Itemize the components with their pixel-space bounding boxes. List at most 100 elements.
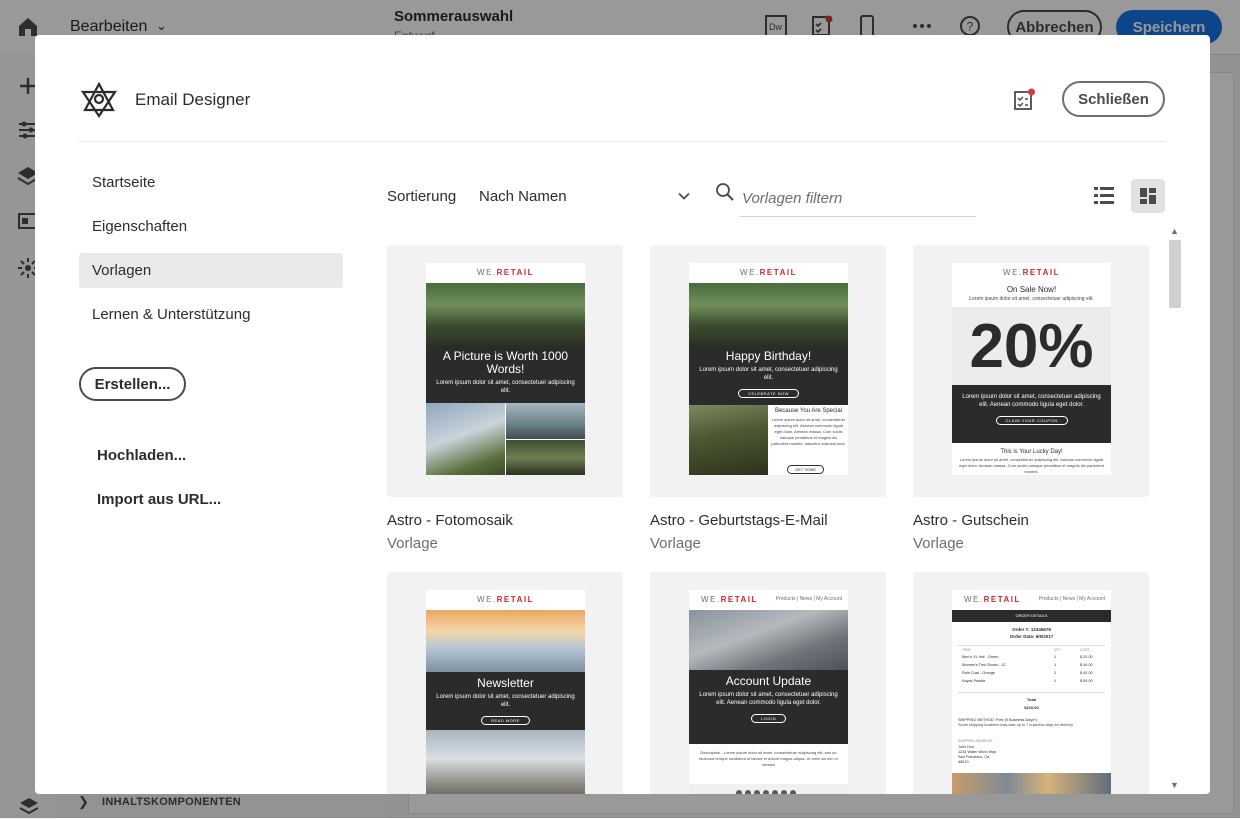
mosaic-photo-hiker: [506, 403, 585, 439]
email-preview: WE.RETAIL Happy Birthday! Lorem ipsum do…: [689, 263, 848, 475]
create-button[interactable]: Erstellen...: [79, 367, 186, 401]
preview-divider: [958, 645, 1105, 646]
preview-divider: [958, 692, 1105, 693]
preview-photo: [426, 730, 585, 794]
brand-logo: WE.RETAIL: [1003, 268, 1060, 277]
brand-logo: WE.RETAIL: [477, 595, 534, 604]
close-button[interactable]: Schließen: [1062, 81, 1165, 117]
preview-button: LOGIN: [751, 714, 786, 723]
preview-heading: Account Update: [725, 674, 812, 688]
template-thumbnail[interactable]: WE.RETAIL On Sale Now! Lorem ipsum dolor…: [913, 245, 1149, 497]
search-icon: [716, 183, 734, 201]
preview-button: CELEBRATE NOW: [738, 389, 799, 398]
hero-band: Newsletter Lorem ipsum dolor sit amet, c…: [426, 672, 585, 730]
chevron-down-icon[interactable]: [677, 189, 691, 203]
preview-body: Lorem ipsum dolor sit amet, consectetuer…: [962, 394, 1101, 408]
template-name[interactable]: Astro - Gutschein: [913, 512, 1029, 529]
email-preview: WE.RETAIL Newsletter Lorem ipsum dolor s…: [426, 590, 585, 794]
preview-footer-body: Lorem ipsum dolor sit amet, consectetuer…: [959, 457, 1104, 474]
hero-band: Lorem ipsum dolor sit amet, consectetuer…: [952, 385, 1111, 443]
brand-logo: WE.RETAIL: [740, 268, 797, 277]
scrollbar[interactable]: [1168, 225, 1182, 794]
hero-image: [689, 283, 848, 345]
nav-item-eigenschaften[interactable]: Eigenschaften: [79, 209, 343, 244]
email-designer-logo: [80, 81, 118, 118]
preview-heading: Newsletter: [477, 676, 534, 690]
import-url-link[interactable]: Import aus URL...: [97, 491, 221, 508]
template-type: Vorlage: [650, 535, 701, 552]
email-preview: WE.RETAIL Products | News | My Account A…: [689, 590, 848, 794]
preview-total: $210.00: [1024, 705, 1039, 710]
template-thumbnail[interactable]: WE.RETAIL Products | News | My Account A…: [650, 572, 886, 794]
sort-label: Sortierung: [387, 188, 457, 205]
template-name[interactable]: Astro - Fotomosaik: [387, 512, 513, 529]
preview-footer: [689, 784, 848, 794]
preview-button: READ MORE: [481, 716, 530, 725]
preview-order-no: Order #: 12345678: [1012, 627, 1051, 632]
nav-item-vorlagen[interactable]: Vorlagen: [79, 253, 343, 288]
nav-item-lernen[interactable]: Lernen & Unterstützung: [79, 297, 343, 332]
hero-image: [689, 610, 848, 670]
email-preview: WE.RETAIL Products | News | My Account O…: [952, 590, 1111, 794]
preview-body: Lorem ipsum dolor sit amet, consectetuer…: [699, 367, 838, 381]
grid-view-toggle[interactable]: [1131, 179, 1165, 213]
header-divider: [79, 141, 1165, 142]
brand-logo: WE.RETAIL: [477, 268, 534, 277]
preview-body: Lorem ipsum dolor sit amet, consectetuer…: [699, 692, 838, 706]
template-filter-input[interactable]: [740, 181, 976, 217]
template-thumbnail[interactable]: WE.RETAIL Happy Birthday! Lorem ipsum do…: [650, 245, 886, 497]
preview-table-row: Rain Coat - Orange 2 $ 40.00: [962, 671, 1093, 675]
hero-image: [426, 610, 585, 672]
scroll-down-arrow[interactable]: ▼: [1170, 780, 1179, 790]
hero-band: A Picture is Worth 1000 Words! Lorem ips…: [426, 345, 585, 403]
preview-top-body: Lorem ipsum dolor sit amet, consectetuer…: [969, 296, 1094, 302]
preview-subheading: Because You Are Special: [774, 408, 843, 414]
preview-address-line: 45670: [958, 760, 969, 764]
social-icons: [736, 790, 796, 794]
preview-description: Description - Lorem ipsum dolor sit amet…: [699, 750, 838, 767]
preview-shipping-note: Some shipping locations may take up to 7…: [958, 723, 1074, 727]
preview-body: Lorem ipsum dolor sit amet, consectetuer…: [436, 694, 575, 708]
hero-image: [426, 283, 585, 345]
email-preview: WE.RETAIL A Picture is Worth 1000 Words!…: [426, 263, 585, 475]
template-name[interactable]: Astro - Geburtstags-E-Mail: [650, 512, 828, 529]
preview-subbutton: GET SOME: [787, 465, 825, 474]
preview-discount: 20%: [952, 307, 1111, 385]
nav-item-startseite[interactable]: Startseite: [79, 165, 343, 200]
template-thumbnail[interactable]: WE.RETAIL Newsletter Lorem ipsum dolor s…: [387, 572, 623, 794]
preview-body: Lorem ipsum dolor sit amet, consectetuer…: [436, 380, 575, 394]
template-thumbnail[interactable]: WE.RETAIL A Picture is Worth 1000 Words!…: [387, 245, 623, 497]
preview-nav: Products | News | My Account: [775, 596, 842, 602]
preview-address-label: SHIPPING ADDRESS: [958, 739, 993, 743]
template-type: Vorlage: [913, 535, 964, 552]
mosaic-photo-snowboard: [426, 403, 505, 475]
preview-photo: [689, 405, 768, 475]
hero-band: Account Update Lorem ipsum dolor sit ame…: [689, 670, 848, 744]
grid-view-icon: [1140, 188, 1156, 204]
upload-link[interactable]: Hochladen...: [97, 447, 186, 464]
preview-button: CLAIM YOUR COUPON: [995, 416, 1068, 425]
email-preview: WE.RETAIL On Sale Now! Lorem ipsum dolor…: [952, 263, 1111, 475]
sort-select[interactable]: Nach Namen: [479, 188, 567, 205]
preview-order-date: Order Date: 6/6/2017: [1009, 634, 1054, 639]
preview-heading: A Picture is Worth 1000 Words!: [442, 349, 569, 376]
preview-table-row: Kayak Paddle 1 $ 50.00: [962, 679, 1093, 683]
preview-total-label: Total: [1026, 697, 1037, 702]
checklist-notification-icon[interactable]: [1012, 88, 1036, 112]
preview-footer-heading: This is Your Lucky Day!: [1000, 449, 1063, 455]
scrollbar-thumb[interactable]: [1169, 240, 1181, 308]
template-thumbnail[interactable]: WE.RETAIL Products | News | My Account O…: [913, 572, 1149, 794]
preview-table-row: Women's Trek Shoes - 12 1 $ 40.00: [962, 663, 1093, 667]
preview-photo-strip: [952, 773, 1111, 794]
list-view-icon[interactable]: [1092, 185, 1116, 207]
preview-table-row: Men's XL Hat - Green 1 $ 20.00: [962, 655, 1093, 659]
preview-nav: Products | News | My Account: [1038, 596, 1105, 602]
preview-heading: Happy Birthday!: [725, 349, 812, 363]
dialog-title: Email Designer: [135, 90, 251, 109]
scroll-up-arrow[interactable]: ▲: [1170, 226, 1179, 236]
email-designer-dialog: Email Designer Schließen Startseite Eige…: [35, 35, 1210, 794]
preview-band: ORDER DETAILS: [952, 610, 1111, 622]
hero-band: Happy Birthday! Lorem ipsum dolor sit am…: [689, 345, 848, 405]
mosaic-photo-forest: [506, 440, 585, 475]
preview-top-heading: On Sale Now!: [1006, 285, 1057, 294]
